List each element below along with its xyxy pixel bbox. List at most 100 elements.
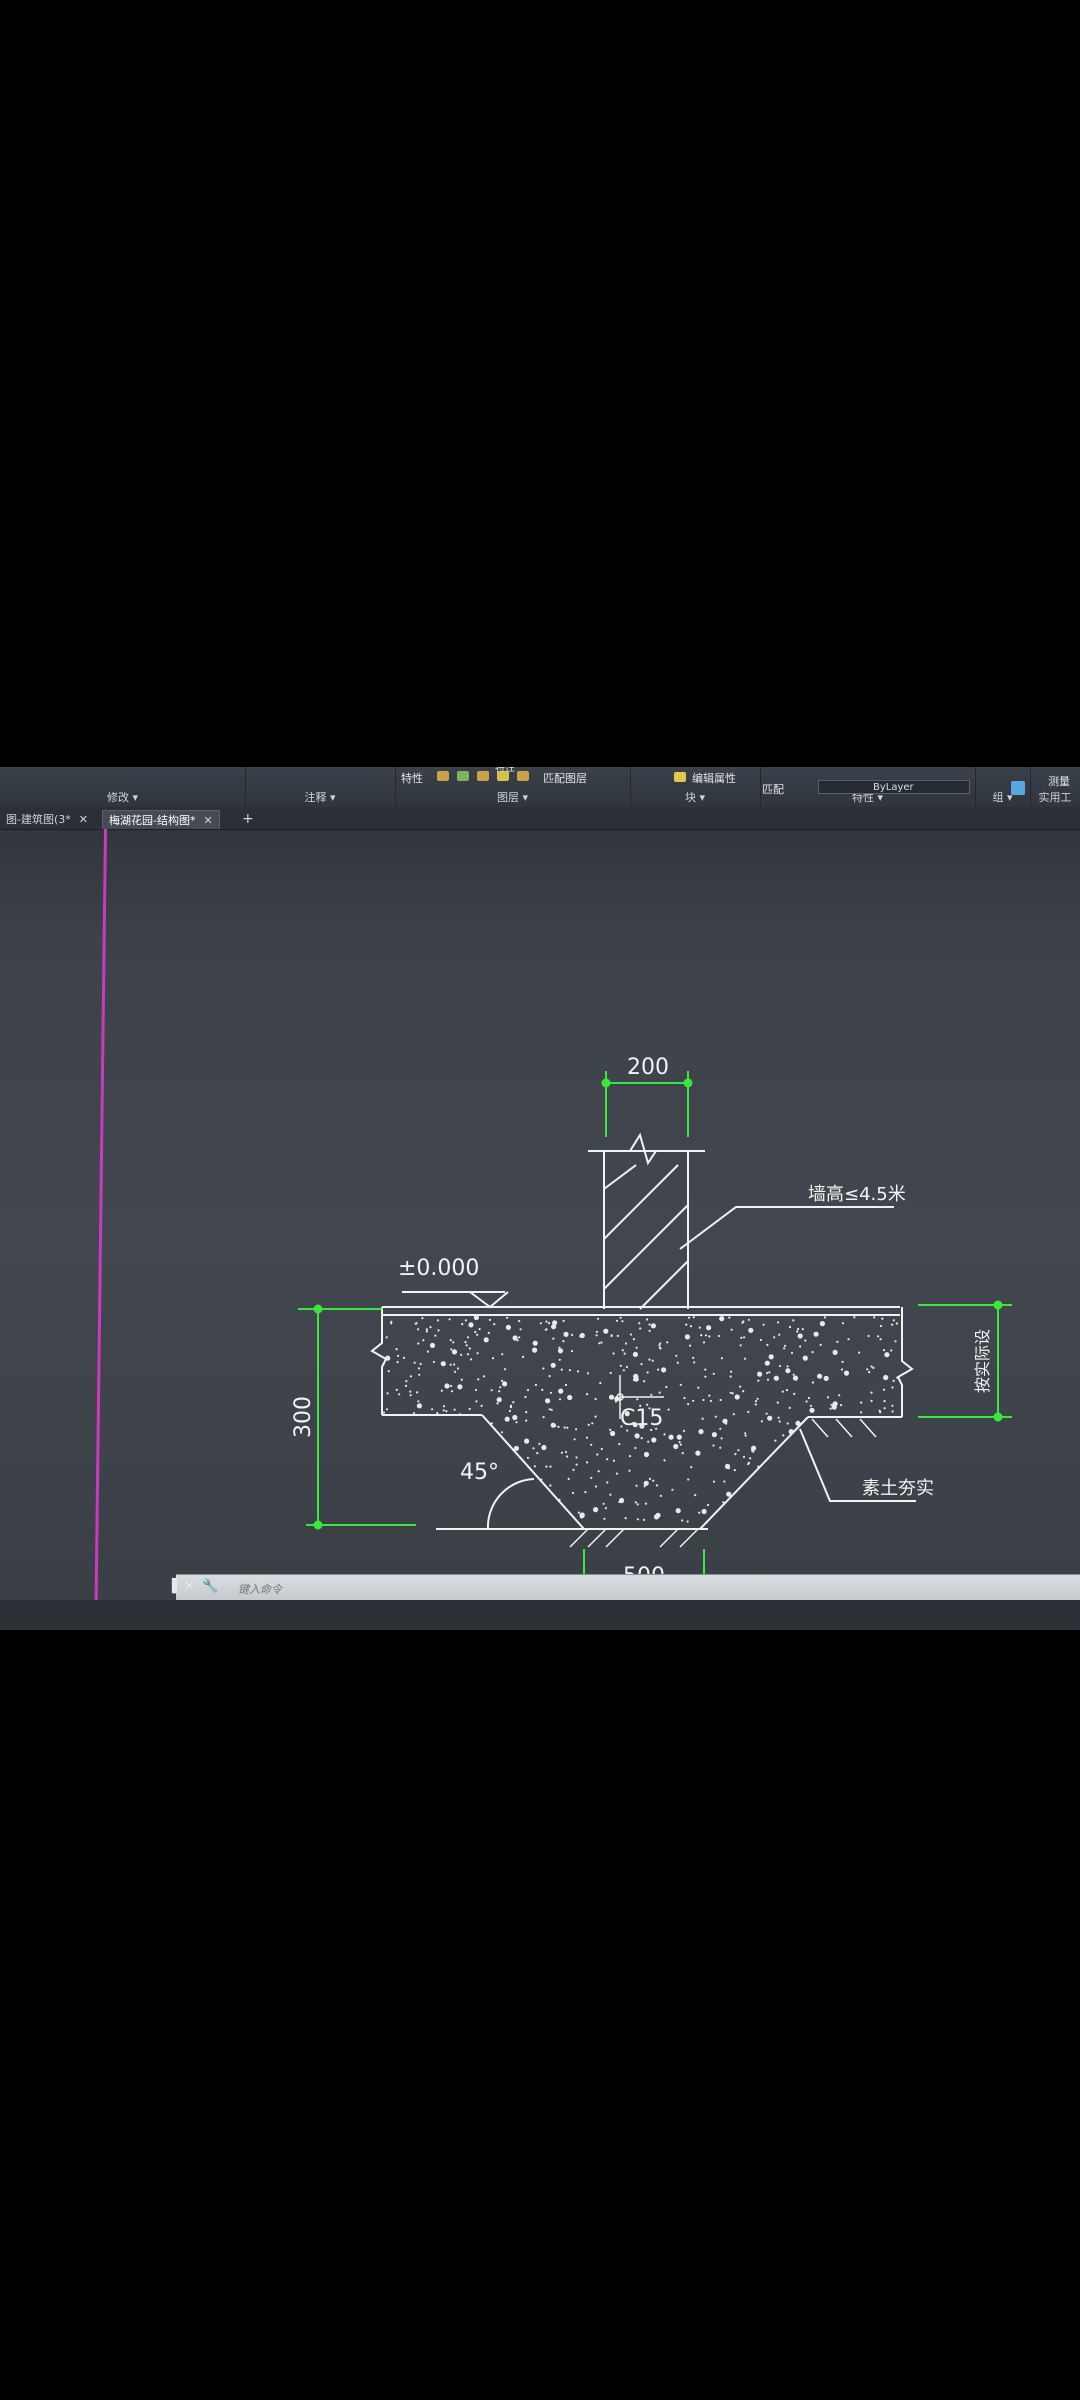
command-line-controls: ▌ ✕ 🔧 — [172, 1579, 228, 1597]
concrete-aggregate-dot — [618, 1443, 621, 1446]
concrete-aggregate-dot — [678, 1441, 681, 1444]
concrete-aggregate-dot — [567, 1477, 570, 1480]
concrete-aggregate-dot — [809, 1404, 813, 1407]
match-layer-button[interactable]: 匹配图层 — [543, 770, 587, 786]
tab-architectural-drawing[interactable]: 图-建筑图(3* ✕ — [0, 810, 94, 829]
concrete-aggregate-dot — [549, 1465, 552, 1468]
concrete-aggregate-dot — [621, 1320, 624, 1323]
concrete-aggregate-dot — [643, 1451, 650, 1458]
concrete-aggregate-dot — [450, 1348, 453, 1351]
concrete-aggregate-dot — [764, 1360, 770, 1366]
concrete-aggregate-dot — [419, 1362, 422, 1366]
concrete-aggregate-dot — [460, 1353, 463, 1356]
concrete-aggregate-dot — [585, 1436, 589, 1439]
tab-label: 图-建筑图(3* — [6, 813, 71, 826]
concrete-aggregate-dot — [409, 1394, 412, 1397]
concrete-aggregate-dot — [545, 1398, 551, 1404]
concrete-aggregate-dot — [560, 1451, 564, 1454]
add-tab-button[interactable]: + — [236, 810, 260, 829]
ribbon-panel-annotation[interactable]: 注释 ▾ — [245, 767, 396, 807]
concrete-aggregate-dot — [891, 1410, 894, 1413]
panel-label: 组 ▾ — [992, 791, 1013, 804]
concrete-aggregate-dot — [615, 1472, 619, 1475]
tab-structural-drawing[interactable]: 梅湖花园-结构图* ✕ — [102, 810, 220, 829]
concrete-aggregate-dot — [765, 1412, 768, 1415]
drawing-canvas[interactable]: 200 500 300 按实际设 ±0.000 墙高≤4.5米 C15 45° … — [0, 829, 1080, 1589]
concrete-aggregate-dot — [756, 1397, 759, 1400]
measure-button[interactable]: 测量 — [1048, 773, 1070, 789]
concrete-aggregate-dot — [692, 1356, 695, 1359]
concrete-aggregate-dot — [590, 1476, 593, 1479]
concrete-aggregate-dot — [742, 1455, 746, 1459]
concrete-aggregate-dot — [734, 1394, 740, 1400]
concrete-aggregate-dot — [532, 1340, 538, 1346]
concrete-aggregate-dot — [811, 1381, 815, 1384]
concrete-aggregate-dot — [700, 1334, 703, 1337]
concrete-aggregate-dot — [612, 1352, 615, 1355]
concrete-aggregate-dot — [398, 1393, 401, 1396]
concrete-aggregate-dot — [784, 1344, 787, 1347]
concrete-aggregate-dot — [634, 1433, 640, 1439]
close-icon[interactable]: ✕ — [184, 1579, 195, 1594]
cad-window-photo: 修改 ▾ 注释 ▾ 特性 匹配图层 特性 图层 ▾ 编辑属性 块 ▾ 匹配 特性… — [0, 767, 1080, 1630]
close-icon[interactable]: ✕ — [203, 814, 212, 827]
linetype-select[interactable]: ByLayer — [818, 780, 970, 794]
concrete-aggregate-dot — [635, 1484, 638, 1487]
concrete-aggregate-dot — [730, 1370, 733, 1373]
panel-label: 注释 ▾ — [304, 791, 336, 804]
concrete-aggregate-dot — [560, 1368, 563, 1371]
command-input[interactable] — [236, 1579, 640, 1599]
concrete-aggregate-dot — [697, 1386, 700, 1389]
concrete-aggregate-dot — [509, 1406, 512, 1409]
concrete-aggregate-dot — [425, 1328, 428, 1331]
concrete-aggregate-dot — [823, 1375, 829, 1381]
concrete-aggregate-dot — [395, 1388, 398, 1391]
concrete-aggregate-dot — [586, 1393, 589, 1396]
concrete-aggregate-dot — [432, 1360, 435, 1364]
concrete-aggregate-dot — [657, 1368, 660, 1371]
concrete-aggregate-dot — [692, 1316, 695, 1319]
concrete-aggregate-dot — [575, 1428, 578, 1431]
concrete-aggregate-dot — [704, 1368, 707, 1371]
concrete-aggregate-dot — [532, 1447, 535, 1450]
edit-attribute-button[interactable]: 编辑属性 — [692, 770, 736, 786]
ribbon-panel-groups[interactable]: 组 ▾ — [975, 767, 1031, 807]
concrete-aggregate-dot — [757, 1379, 760, 1382]
concrete-aggregate-dot — [606, 1458, 609, 1461]
concrete-aggregate-dot — [748, 1327, 754, 1333]
concrete-aggregate-dot — [801, 1328, 804, 1331]
ribbon-panel-layers[interactable]: 特性 匹配图层 特性 图层 ▾ — [395, 767, 631, 807]
ribbon-panel-utilities[interactable]: 测量 实用工 — [1030, 767, 1080, 807]
concrete-aggregate-dot — [704, 1334, 708, 1337]
concrete-aggregate-dot — [395, 1348, 398, 1351]
concrete-aggregate-dot — [577, 1511, 581, 1514]
concrete-aggregate-dot — [642, 1518, 646, 1521]
concrete-aggregate-dot — [563, 1426, 566, 1429]
concrete-aggregate-dot — [468, 1407, 471, 1411]
concrete-aggregate-dot — [415, 1322, 418, 1325]
concrete-aggregate-dot — [655, 1484, 659, 1487]
concrete-aggregate-dot — [477, 1378, 480, 1381]
close-icon[interactable]: ✕ — [79, 813, 88, 826]
concrete-aggregate-dot — [488, 1318, 491, 1321]
concrete-aggregate-dot — [773, 1336, 776, 1339]
concrete-aggregate-dot — [819, 1321, 826, 1327]
concrete-aggregate-dot — [714, 1415, 717, 1418]
concrete-aggregate-dot — [870, 1399, 873, 1403]
concrete-aggregate-dot — [436, 1412, 439, 1415]
ribbon-panel-block[interactable]: 编辑属性 块 ▾ — [630, 767, 761, 807]
wrench-icon[interactable]: 🔧 — [202, 1579, 218, 1594]
command-line: ▌ ✕ 🔧 — [172, 1574, 1080, 1601]
concrete-aggregate-dot — [548, 1375, 551, 1378]
concrete-aggregate-dot — [449, 1339, 452, 1342]
concrete-aggregate-dot — [440, 1361, 446, 1367]
concrete-aggregate-dot — [684, 1334, 691, 1340]
grip-icon[interactable]: ▌ — [172, 1579, 182, 1594]
panel-label: 实用工 — [1038, 791, 1072, 804]
concrete-aggregate-dot — [883, 1407, 886, 1410]
ribbon-panel-modify[interactable]: 修改 ▾ — [0, 767, 246, 807]
concrete-aggregate-dot — [701, 1417, 704, 1420]
concrete-aggregate-dot — [453, 1408, 456, 1411]
concrete-aggregate-dot — [453, 1363, 456, 1366]
concrete-aggregate-dot — [558, 1398, 562, 1401]
